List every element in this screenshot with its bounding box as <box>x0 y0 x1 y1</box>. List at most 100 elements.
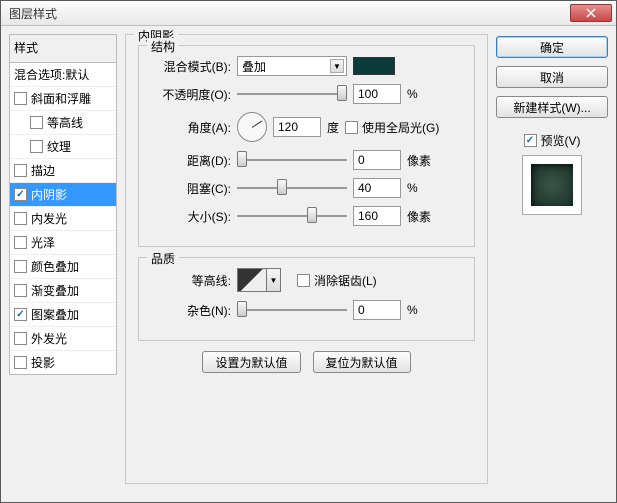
size-label: 大小(S): <box>151 208 231 225</box>
quality-title: 品质 <box>147 250 179 267</box>
cancel-button[interactable]: 取消 <box>496 66 608 88</box>
close-icon <box>586 8 596 18</box>
contour-row: 等高线: ▼ 消除锯齿(L) <box>151 268 462 292</box>
style-item-label: 内阴影 <box>31 186 67 203</box>
style-item[interactable]: 混合选项:默认 <box>10 63 116 87</box>
style-item[interactable]: 渐变叠加 <box>10 279 116 303</box>
px-unit: 像素 <box>407 208 437 225</box>
style-item[interactable]: 描边 <box>10 159 116 183</box>
checkbox-icon <box>30 116 43 129</box>
opacity-row: 不透明度(O): % <box>151 84 462 104</box>
angle-dial[interactable] <box>237 112 267 142</box>
style-item[interactable]: 内阴影 <box>10 183 116 207</box>
distance-input[interactable] <box>353 150 401 170</box>
checkbox-icon <box>14 236 27 249</box>
contour-picker[interactable]: ▼ <box>237 268 281 292</box>
blend-mode-value: 叠加 <box>242 58 266 75</box>
percent-unit: % <box>407 303 437 317</box>
global-light-label: 使用全局光(G) <box>362 119 439 136</box>
noise-slider[interactable] <box>237 301 347 319</box>
size-input[interactable] <box>353 206 401 226</box>
style-item-label: 描边 <box>31 162 55 179</box>
checkbox-icon <box>14 332 27 345</box>
contour-thumb-icon <box>237 268 267 292</box>
checkbox-icon <box>345 121 358 134</box>
preview-area: 预览(V) <box>496 132 608 215</box>
antialias-label: 消除锯齿(L) <box>314 272 377 289</box>
checkbox-icon <box>14 188 27 201</box>
color-swatch[interactable] <box>353 57 395 75</box>
style-item[interactable]: 外发光 <box>10 327 116 351</box>
noise-row: 杂色(N): % <box>151 300 462 320</box>
style-item-label: 渐变叠加 <box>31 282 79 299</box>
structure-title: 结构 <box>147 38 179 55</box>
style-item-label: 外发光 <box>31 330 67 347</box>
preview-thumbnail <box>522 155 582 215</box>
opacity-input[interactable] <box>353 84 401 104</box>
size-row: 大小(S): 像素 <box>151 206 462 226</box>
choke-row: 阻塞(C): % <box>151 178 462 198</box>
style-item-label: 混合选项:默认 <box>14 66 89 83</box>
blend-mode-select[interactable]: 叠加 ▼ <box>237 56 347 76</box>
set-default-button[interactable]: 设置为默认值 <box>202 351 300 373</box>
opacity-slider[interactable] <box>237 85 347 103</box>
angle-input[interactable] <box>273 117 321 137</box>
checkbox-icon <box>14 260 27 273</box>
style-item[interactable]: 投影 <box>10 351 116 374</box>
dialog-title: 图层样式 <box>9 5 570 22</box>
settings-panel: 内阴影 结构 混合模式(B): 叠加 ▼ 不透明度(O): <box>125 34 488 494</box>
preview-label: 预览(V) <box>541 132 581 149</box>
checkbox-icon <box>14 308 27 321</box>
px-unit: 像素 <box>407 152 437 169</box>
checkbox-icon <box>14 164 27 177</box>
style-item-label: 图案叠加 <box>31 306 79 323</box>
style-item[interactable]: 等高线 <box>10 111 116 135</box>
style-item-label: 斜面和浮雕 <box>31 90 91 107</box>
preview-image <box>531 164 573 206</box>
blend-mode-label: 混合模式(B): <box>151 58 231 75</box>
layer-style-dialog: 图层样式 样式 混合选项:默认斜面和浮雕等高线纹理描边内阴影内发光光泽颜色叠加渐… <box>0 0 617 503</box>
style-item[interactable]: 纹理 <box>10 135 116 159</box>
dialog-content: 样式 混合选项:默认斜面和浮雕等高线纹理描边内阴影内发光光泽颜色叠加渐变叠加图案… <box>1 26 616 502</box>
checkbox-icon <box>14 356 27 369</box>
style-item[interactable]: 颜色叠加 <box>10 255 116 279</box>
style-item[interactable]: 图案叠加 <box>10 303 116 327</box>
style-item-label: 内发光 <box>31 210 67 227</box>
degree-unit: 度 <box>327 119 339 136</box>
new-style-button[interactable]: 新建样式(W)... <box>496 96 608 118</box>
style-item[interactable]: 斜面和浮雕 <box>10 87 116 111</box>
percent-unit: % <box>407 181 437 195</box>
percent-unit: % <box>407 87 437 101</box>
inner-shadow-section: 内阴影 结构 混合模式(B): 叠加 ▼ 不透明度(O): <box>125 34 488 484</box>
restore-default-button[interactable]: 复位为默认值 <box>313 351 411 373</box>
distance-label: 距离(D): <box>151 152 231 169</box>
style-item-label: 投影 <box>31 354 55 371</box>
styles-header: 样式 <box>9 34 117 62</box>
style-item-label: 光泽 <box>31 234 55 251</box>
style-item-label: 等高线 <box>47 114 83 131</box>
distance-slider[interactable] <box>237 151 347 169</box>
size-slider[interactable] <box>237 207 347 225</box>
style-item-label: 纹理 <box>47 138 71 155</box>
angle-label: 角度(A): <box>151 119 231 136</box>
ok-button[interactable]: 确定 <box>496 36 608 58</box>
style-item[interactable]: 光泽 <box>10 231 116 255</box>
styles-panel: 样式 混合选项:默认斜面和浮雕等高线纹理描边内阴影内发光光泽颜色叠加渐变叠加图案… <box>9 34 117 494</box>
default-buttons-row: 设置为默认值 复位为默认值 <box>138 351 475 373</box>
structure-group: 结构 混合模式(B): 叠加 ▼ 不透明度(O): <box>138 45 475 247</box>
close-button[interactable] <box>570 4 612 22</box>
action-panel: 确定 取消 新建样式(W)... 预览(V) <box>496 34 608 494</box>
choke-label: 阻塞(C): <box>151 180 231 197</box>
style-item[interactable]: 内发光 <box>10 207 116 231</box>
opacity-label: 不透明度(O): <box>151 86 231 103</box>
chevron-down-icon: ▼ <box>330 59 344 73</box>
global-light-checkbox[interactable]: 使用全局光(G) <box>345 119 439 136</box>
choke-input[interactable] <box>353 178 401 198</box>
quality-group: 品质 等高线: ▼ 消除锯齿(L) 杂色(N): <box>138 257 475 341</box>
noise-input[interactable] <box>353 300 401 320</box>
preview-checkbox[interactable]: 预览(V) <box>524 132 581 149</box>
choke-slider[interactable] <box>237 179 347 197</box>
checkbox-icon <box>14 212 27 225</box>
style-item-label: 颜色叠加 <box>31 258 79 275</box>
antialias-checkbox[interactable]: 消除锯齿(L) <box>297 272 377 289</box>
